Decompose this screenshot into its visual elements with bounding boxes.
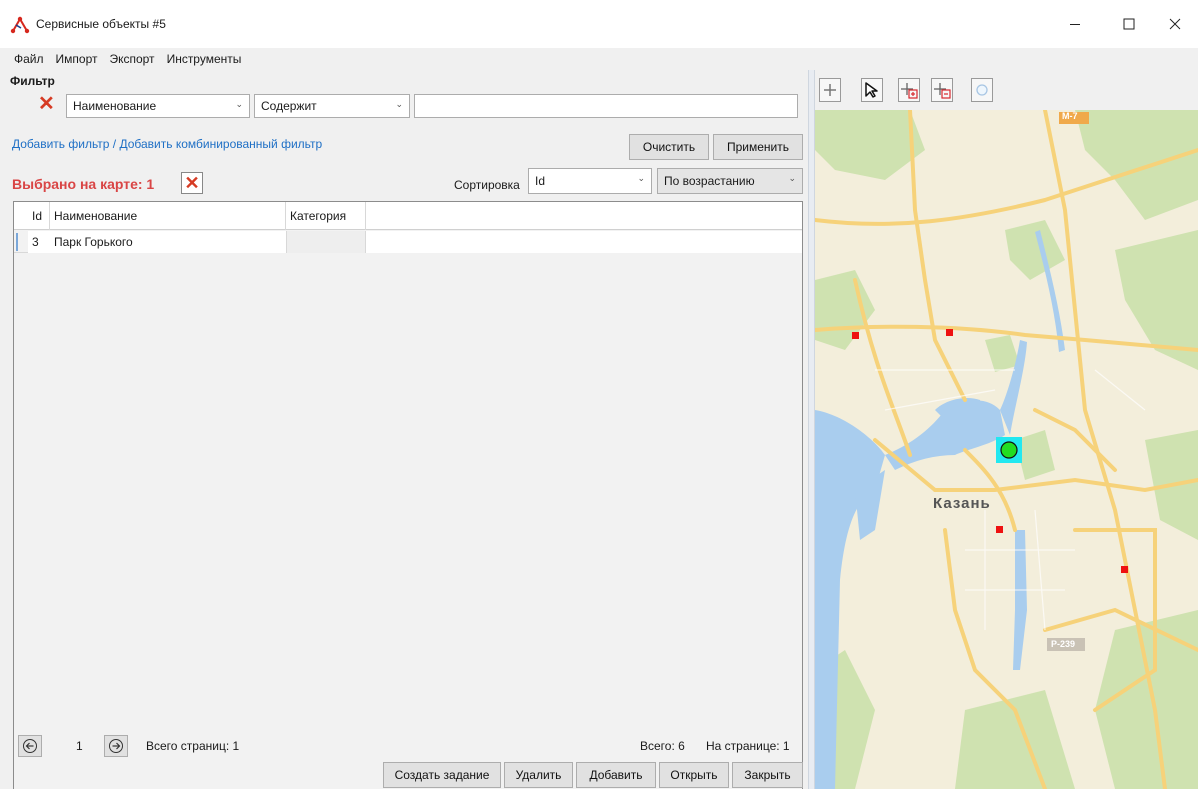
- clear-selection-button[interactable]: ✕: [181, 172, 203, 194]
- map-pointer-tool[interactable]: [861, 78, 883, 102]
- create-task-button[interactable]: Создать задание: [383, 762, 501, 788]
- map-toolbar: [815, 70, 1198, 110]
- filter-operator-select[interactable]: Содержит ⌄: [254, 94, 410, 118]
- maximize-button[interactable]: [1106, 0, 1152, 48]
- map-zoom-tool[interactable]: [971, 78, 993, 102]
- column-header-name[interactable]: Наименование: [50, 202, 286, 230]
- cell-name: Парк Горького: [50, 231, 286, 253]
- chevron-down-icon: ⌄: [395, 99, 403, 109]
- title-bar: Сервисные объекты #5: [0, 0, 1198, 48]
- maximize-icon: [1123, 18, 1135, 30]
- link-separator: /: [109, 137, 120, 151]
- minimize-icon: [1070, 24, 1080, 25]
- close-icon: ✕: [184, 173, 200, 193]
- menu-bar: Файл Импорт Экспорт Инструменты: [0, 48, 1198, 70]
- selected-on-map-label: Выбрано на карте: 1: [12, 176, 155, 192]
- sort-order-value: По возрастанию: [664, 174, 755, 188]
- city-label: Казань: [933, 495, 991, 512]
- menu-tools[interactable]: Инструменты: [161, 52, 248, 66]
- map-select-remove-tool[interactable]: [931, 78, 953, 102]
- menu-export[interactable]: Экспорт: [103, 52, 160, 66]
- menu-file[interactable]: Файл: [8, 52, 50, 66]
- road-label-p239-text: P-239: [1051, 639, 1076, 649]
- chevron-down-icon: ⌄: [637, 173, 645, 183]
- cell-id: 3: [28, 231, 50, 253]
- minimize-button[interactable]: [1052, 0, 1098, 48]
- per-page-count: На странице: 1: [706, 739, 790, 753]
- apply-filter-button[interactable]: Применить: [713, 134, 803, 160]
- add-filter-link[interactable]: Добавить фильтр: [12, 137, 109, 151]
- row-selection-marker: [16, 233, 20, 251]
- map-add-tool[interactable]: [819, 78, 841, 102]
- sort-field-select[interactable]: Id ⌄: [528, 168, 652, 194]
- clear-filter-button[interactable]: Очистить: [629, 134, 709, 160]
- magnifier-icon: [976, 84, 988, 96]
- current-page: 1: [76, 739, 83, 753]
- total-pages: Всего страниц: 1: [146, 739, 240, 753]
- plus-icon: [824, 84, 836, 96]
- sort-order-select[interactable]: По возрастанию ⌄: [657, 168, 803, 194]
- table-header: Id Наименование Категория: [14, 202, 802, 230]
- chevron-down-icon: ⌄: [788, 173, 796, 183]
- map-marker: [852, 332, 859, 339]
- selected-marker[interactable]: [1000, 441, 1018, 459]
- total-count: Всего: 6: [640, 739, 685, 753]
- filter-links: Добавить фильтр / Добавить комбинированн…: [12, 137, 322, 151]
- close-window-button[interactable]: [1152, 0, 1198, 48]
- map-marker: [946, 329, 953, 336]
- cursor-arrow-icon: [865, 82, 878, 98]
- map-marker: [1121, 566, 1128, 573]
- add-selection-icon: [901, 83, 918, 99]
- sort-label: Сортировка: [454, 178, 520, 192]
- arrow-left-circle-icon: [23, 739, 37, 753]
- filter-value-input[interactable]: [414, 94, 798, 118]
- panel-splitter[interactable]: [808, 70, 815, 789]
- table-row[interactable]: 3 Парк Горького: [14, 231, 802, 253]
- next-page-button[interactable]: [104, 735, 128, 757]
- menu-import[interactable]: Импорт: [50, 52, 104, 66]
- map-select-add-tool[interactable]: [898, 78, 920, 102]
- delete-button[interactable]: Удалить: [504, 762, 573, 788]
- chevron-down-icon: ⌄: [235, 99, 243, 109]
- cell-category: [286, 231, 366, 253]
- row-header-spacer: [14, 202, 28, 230]
- map-marker: [996, 526, 1003, 533]
- city-map: [815, 110, 1198, 789]
- filter-field-value: Наименование: [73, 99, 157, 113]
- add-combined-filter-link[interactable]: Добавить комбинированный фильтр: [119, 137, 322, 151]
- column-header-id[interactable]: Id: [28, 202, 50, 230]
- filter-operator-value: Содержит: [261, 99, 317, 113]
- sort-field-value: Id: [535, 174, 546, 188]
- arrow-right-circle-icon: [109, 739, 123, 753]
- close-icon: [1169, 18, 1181, 30]
- remove-selection-icon: [934, 83, 951, 99]
- add-button[interactable]: Добавить: [576, 762, 656, 788]
- open-button[interactable]: Открыть: [659, 762, 729, 788]
- filter-field-select[interactable]: Наименование ⌄: [66, 94, 250, 118]
- road-label-m7-text: M-7: [1062, 111, 1078, 121]
- close-button[interactable]: Закрыть: [732, 762, 803, 788]
- app-logo-icon: [10, 16, 30, 34]
- filter-heading: Фильтр: [10, 74, 55, 88]
- prev-page-button[interactable]: [18, 735, 42, 757]
- objects-table: Id Наименование Категория 3 Парк Горьког…: [13, 201, 803, 789]
- map-view[interactable]: Казань M-7 P-239: [815, 110, 1198, 789]
- objects-panel: Фильтр ✕ Наименование ⌄ Содержит ⌄ Добав…: [0, 70, 808, 789]
- window-title: Сервисные объекты #5: [36, 17, 166, 31]
- cell-empty: [366, 231, 802, 253]
- column-header-category[interactable]: Категория: [286, 202, 366, 230]
- remove-filter-icon[interactable]: ✕: [38, 94, 55, 114]
